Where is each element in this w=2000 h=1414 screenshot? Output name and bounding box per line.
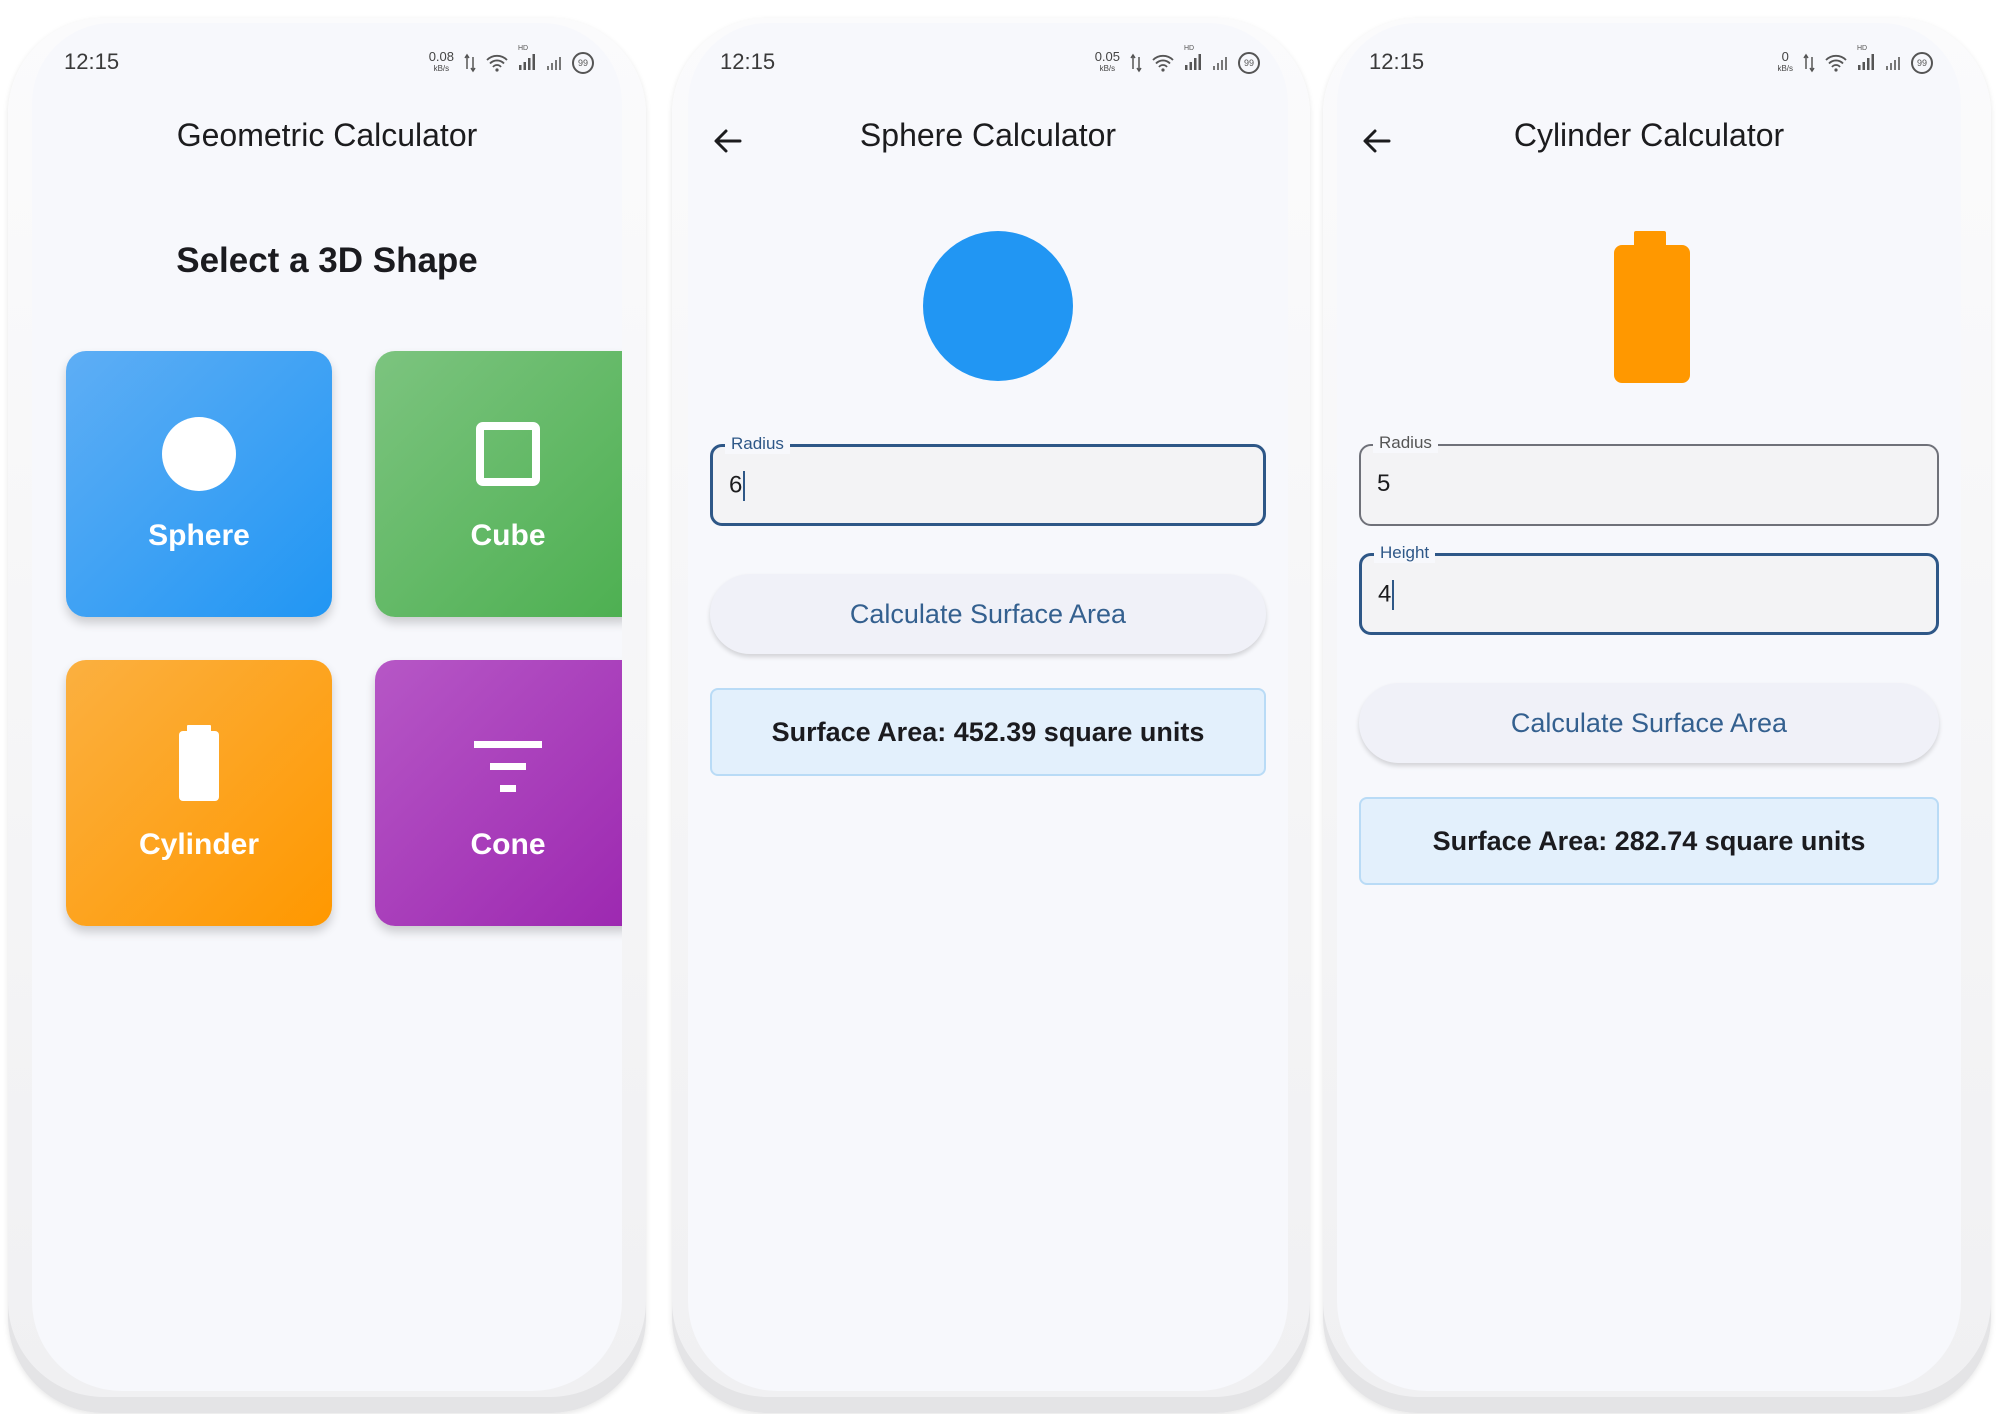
radius-label: Radius xyxy=(1373,433,1438,453)
hd-signal-icon: HD xyxy=(518,45,536,74)
app-title: Geometric Calculator xyxy=(176,117,478,153)
app-bar: Cylinder Calculator xyxy=(1337,101,1961,181)
status-icons: 0 kB/s HD 99 xyxy=(1777,45,1933,75)
cube-tile-label: Cube xyxy=(470,519,546,552)
cylinder-screen: 12:15 0 kB/s HD 99 Cylinder Calculator Ra… xyxy=(1337,23,1961,1391)
cylinder-preview xyxy=(1614,231,1690,383)
calculate-button[interactable]: Calculate Surface Area xyxy=(1359,683,1939,763)
radius-value: 6 xyxy=(729,471,746,501)
status-icons: 0.08 kB/s HD 99 xyxy=(428,45,594,75)
result-box: Surface Area: 452.39 square units xyxy=(710,688,1266,776)
sphere-preview xyxy=(923,231,1073,381)
height-field[interactable]: Height 4 xyxy=(1359,543,1939,635)
wifi-icon xyxy=(1825,54,1847,72)
hd-signal-icon: HD xyxy=(1857,45,1875,74)
result-box: Surface Area: 282.74 square units xyxy=(1359,797,1939,885)
status-bar: 12:15 0 kB/s HD 99 xyxy=(1337,43,1961,79)
radius-field[interactable]: Radius 5 xyxy=(1359,433,1939,526)
section-heading: Select a 3D Shape xyxy=(176,241,478,280)
square-outline-icon xyxy=(476,422,540,486)
app-title: Sphere Calculator xyxy=(859,117,1117,153)
calculate-button[interactable]: Calculate Surface Area xyxy=(710,574,1266,654)
status-time: 12:15 xyxy=(1369,49,1425,74)
phone-cylinder: 12:15 0 kB/s HD 99 Cylinder Calculator Ra… xyxy=(1323,18,1991,1413)
network-speed: 0.08 kB/s xyxy=(428,49,454,73)
phone-home: 12:15 0.08 kB/s HD 99 Geometric Calculato… xyxy=(8,18,646,1413)
signal-icon xyxy=(1886,57,1900,70)
status-time: 12:15 xyxy=(720,49,776,74)
network-speed: 0 kB/s xyxy=(1777,49,1793,73)
phone-sphere: 12:15 0.05 kB/s HD 99 Sphere Calculator R… xyxy=(672,18,1310,1413)
cylinder-tile-label: Cylinder xyxy=(138,828,260,861)
cylinder-icon xyxy=(179,725,219,801)
signal-icon xyxy=(1213,57,1227,70)
updown-arrow-icon xyxy=(464,53,476,73)
wifi-icon xyxy=(486,54,508,72)
radius-field[interactable]: Radius 6 xyxy=(710,434,1266,526)
cube-tile[interactable]: Cube xyxy=(375,351,622,617)
home-screen: 12:15 0.08 kB/s HD 99 Geometric Calculato… xyxy=(32,23,622,1391)
status-icons: 0.05 kB/s HD 99 xyxy=(1094,45,1260,75)
sphere-tile[interactable]: Sphere xyxy=(66,351,332,617)
wifi-icon xyxy=(1152,54,1174,72)
status-bar: 12:15 0.08 kB/s HD 99 xyxy=(32,43,622,79)
filter-icon xyxy=(474,741,542,792)
cone-tile[interactable]: Cone xyxy=(375,660,622,926)
sphere-tile-label: Sphere xyxy=(148,519,250,552)
app-title: Cylinder Calculator xyxy=(1513,117,1785,153)
app-bar: Sphere Calculator xyxy=(688,101,1288,181)
status-time: 12:15 xyxy=(64,49,120,74)
app-bar: Geometric Calculator xyxy=(32,101,622,181)
radius-label: Radius xyxy=(725,434,790,454)
battery-icon: 99 xyxy=(572,52,594,74)
sphere-screen: 12:15 0.05 kB/s HD 99 Sphere Calculator R… xyxy=(688,23,1288,1391)
radius-value: 5 xyxy=(1377,470,1391,497)
cone-tile-label: Cone xyxy=(470,828,546,861)
signal-icon xyxy=(547,57,561,70)
height-value: 4 xyxy=(1378,580,1395,610)
battery-icon: 99 xyxy=(1911,52,1933,74)
updown-arrow-icon xyxy=(1130,53,1142,73)
circle-icon xyxy=(162,417,236,491)
height-label: Height xyxy=(1374,543,1436,563)
updown-arrow-icon xyxy=(1803,53,1815,73)
cylinder-tile[interactable]: Cylinder xyxy=(66,660,332,926)
network-speed: 0.05 kB/s xyxy=(1094,49,1120,73)
status-bar: 12:15 0.05 kB/s HD 99 xyxy=(688,43,1288,79)
battery-icon: 99 xyxy=(1238,52,1260,74)
hd-signal-icon: HD xyxy=(1184,45,1202,74)
